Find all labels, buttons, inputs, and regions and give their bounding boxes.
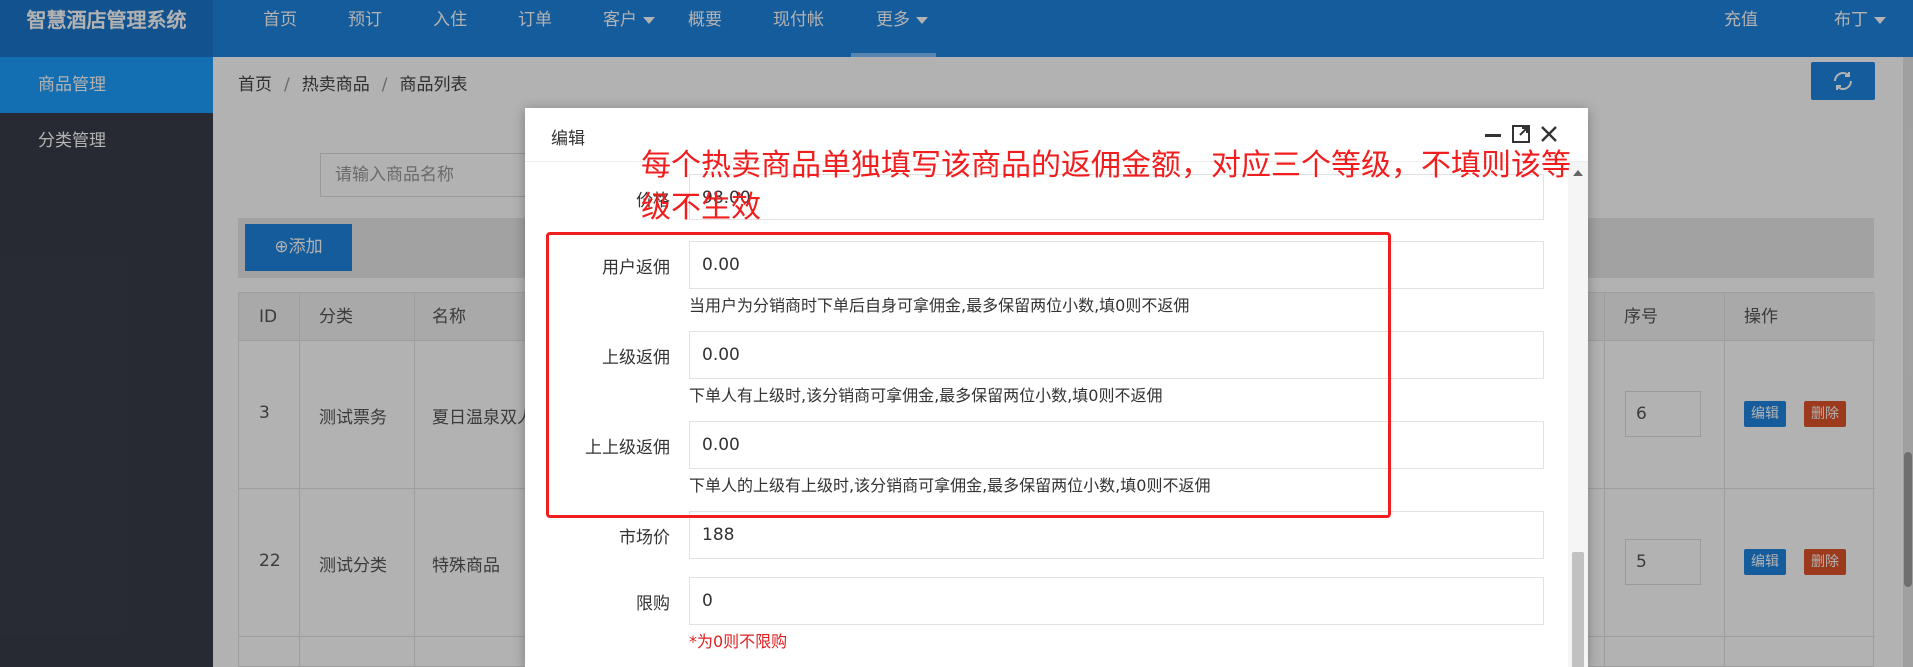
market-price-label: 市场价 <box>619 528 670 548</box>
market-price-input[interactable]: 188 <box>689 511 1544 559</box>
dialog-scrollbar[interactable] <box>1568 162 1588 667</box>
annotation-highlight-box <box>546 232 1391 518</box>
purchase-limit-hint: *为0则不限购 <box>689 632 788 651</box>
annotation-text: 每个热卖商品单独填写该商品的返佣金额，对应三个等级，不填则该等级不生效 <box>641 148 1571 225</box>
minimize-icon[interactable] <box>1482 123 1504 145</box>
purchase-limit-label: 限购 <box>636 594 670 614</box>
purchase-limit-input[interactable]: 0 <box>689 577 1544 625</box>
close-icon[interactable] <box>1538 123 1560 145</box>
dialog-scrollbar-thumb[interactable] <box>1572 552 1584 667</box>
scroll-up-icon[interactable] <box>1573 170 1583 176</box>
dialog-title: 编辑 <box>551 129 585 149</box>
maximize-icon[interactable] <box>1510 123 1532 145</box>
